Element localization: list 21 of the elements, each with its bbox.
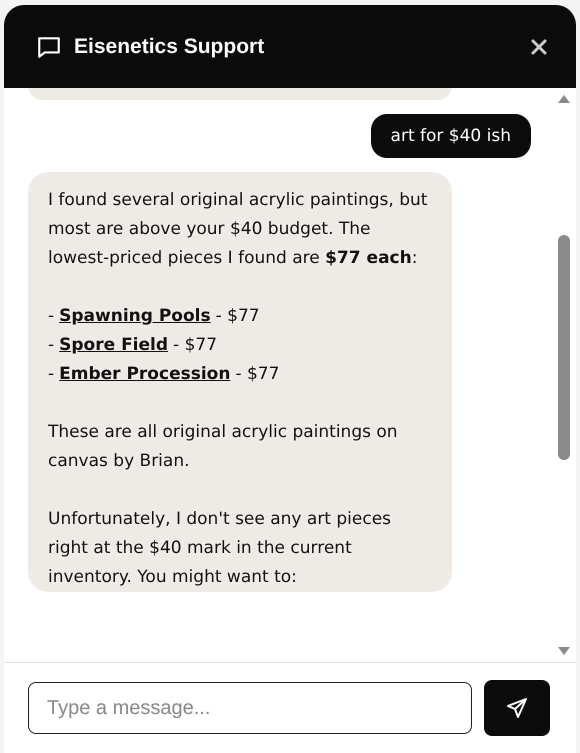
message-text: These are all original acrylic paintings on canvas by Brian. bbox=[48, 421, 399, 473]
price-text: - $77 bbox=[216, 305, 260, 328]
message-text: Unfortunately, I don't see any art pieces right at the $40 mark in the current inventory. You might want to: bbox=[48, 508, 392, 589]
painting-link[interactable]: Ember Procession bbox=[59, 360, 230, 389]
price-text: - $77 bbox=[235, 363, 280, 386]
list-dash: - bbox=[48, 334, 54, 357]
send-icon bbox=[505, 696, 529, 720]
chat-title: Eisenetics Support bbox=[74, 34, 266, 58]
close-button[interactable] bbox=[530, 38, 548, 56]
scroll-up-icon[interactable] bbox=[557, 94, 571, 104]
scroll-down-icon[interactable] bbox=[557, 646, 571, 656]
send-button[interactable] bbox=[484, 680, 550, 736]
painting-link[interactable]: Spore Field bbox=[59, 331, 168, 360]
painting-link[interactable]: Spawning Pools bbox=[59, 302, 211, 331]
message-text: I found several original acrylic paintings, but most are above your $40 budget. The lowest-priced pieces I found are $77 each: bbox=[48, 189, 428, 270]
list-dash: - bbox=[48, 305, 54, 328]
user-message: art for $40 ish bbox=[370, 114, 531, 158]
price-text: - $77 bbox=[173, 334, 218, 357]
message-input[interactable]: Type a message... bbox=[28, 682, 472, 734]
scrollbar-thumb[interactable] bbox=[558, 235, 570, 460]
list-dash: - bbox=[48, 363, 54, 386]
